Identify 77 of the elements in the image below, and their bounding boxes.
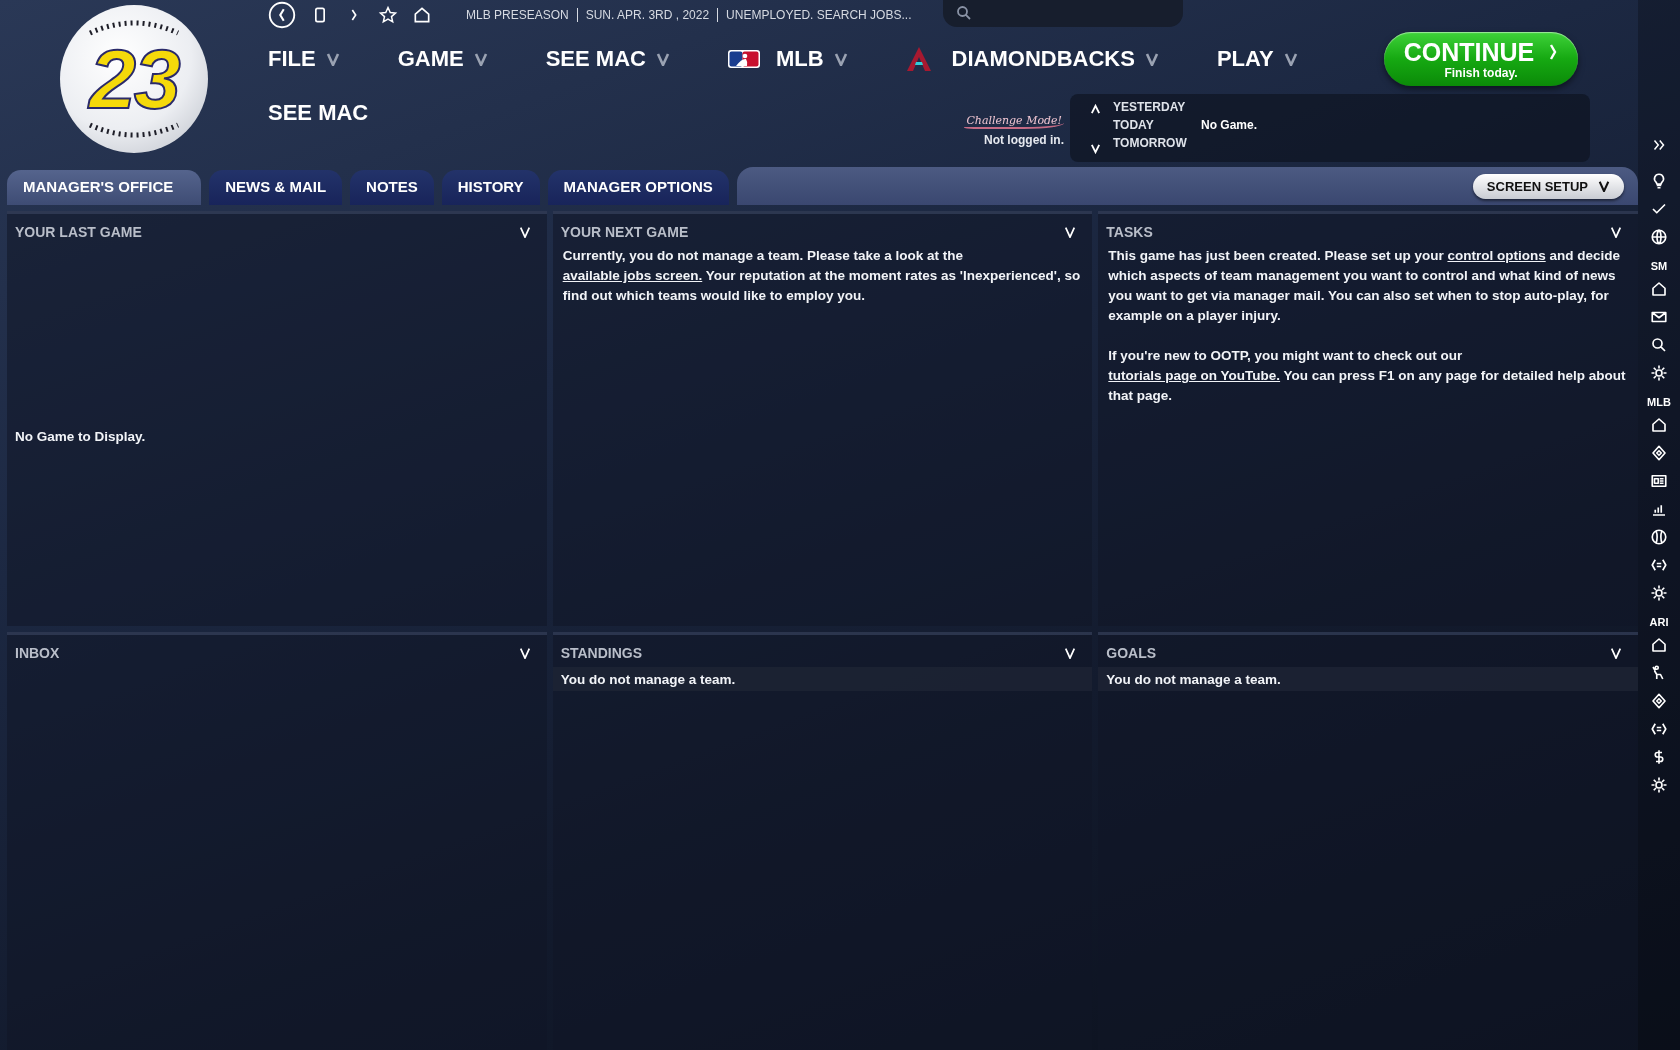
notice-row: You do not manage a team. — [552, 667, 1093, 691]
day-label[interactable]: TODAY — [1113, 118, 1201, 132]
collapse-icon[interactable] — [1064, 226, 1077, 238]
home-icon[interactable] — [412, 5, 432, 25]
menu-item[interactable]: DIAMONDBACKS — [905, 46, 1159, 72]
collapse-icon[interactable] — [518, 647, 531, 659]
chevron-icon — [1144, 52, 1159, 66]
home-icon[interactable] — [1650, 636, 1668, 654]
status-text: UNEMPLOYED. SEARCH JOBS... — [717, 8, 920, 22]
next-day-icon[interactable] — [1090, 143, 1101, 154]
panel-title: YOUR NEXT GAME — [560, 224, 689, 240]
collapse-icon[interactable] — [518, 226, 531, 238]
back-icon[interactable] — [268, 1, 296, 29]
chevron-icon — [1283, 52, 1298, 66]
logo-number: 23 — [89, 37, 179, 121]
day-label[interactable]: TOMORROW — [1113, 136, 1201, 150]
settings-icon[interactable] — [1650, 584, 1668, 602]
menu-item[interactable]: MLB — [727, 46, 848, 72]
paragraph: If you're new to OOTP, you might want to check out our tutorials page on YouTube. You can press F1 on any page for detailed help about that page. — [1108, 347, 1627, 405]
menu-item[interactable]: SEE MAC — [545, 46, 670, 72]
tab[interactable]: MANAGER'S OFFICE — [7, 170, 202, 205]
team-logo-icon — [905, 46, 932, 72]
home-icon[interactable] — [1650, 416, 1668, 434]
code-icon[interactable] — [1650, 556, 1668, 574]
panel-title: GOALS — [1106, 645, 1157, 661]
menu-item[interactable]: GAME — [397, 46, 488, 72]
collapse-icon[interactable] — [1610, 226, 1622, 238]
tab[interactable]: HISTORY — [441, 170, 540, 205]
chevron-icon — [473, 52, 488, 66]
text-link[interactable]: available jobs screen. — [562, 268, 703, 283]
notice-row: You do not manage a team. — [1098, 667, 1638, 691]
tab[interactable]: MANAGER OPTIONS — [547, 170, 729, 205]
diamond-icon[interactable] — [1650, 692, 1668, 710]
previous-day-icon[interactable] — [1090, 104, 1101, 115]
settings-icon[interactable] — [1650, 776, 1668, 794]
tab[interactable]: NOTES — [350, 170, 434, 205]
challenge-mode-badge[interactable]: Challenge Mode! — [964, 114, 1064, 129]
settings-icon[interactable] — [1650, 364, 1668, 382]
text-link[interactable]: tutorials page on YouTube. — [1108, 368, 1281, 383]
message-text: No Game to Display. — [15, 428, 146, 444]
panel-title: INBOX — [15, 645, 60, 661]
tab[interactable]: NEWS & MAIL — [209, 170, 343, 205]
star-icon[interactable] — [378, 5, 398, 25]
menu-item[interactable]: SEE MAC — [268, 100, 369, 126]
league-logo-icon — [727, 50, 760, 68]
id-card-icon[interactable] — [1650, 472, 1668, 490]
search-icon[interactable] — [1650, 336, 1668, 354]
chevron-icon — [655, 52, 670, 66]
status-text: MLB PRESEASON — [465, 8, 570, 22]
collapse-icon[interactable] — [1610, 647, 1622, 659]
sidebar-group-label: MLB — [1647, 396, 1671, 408]
collapse-icon[interactable] — [1064, 647, 1077, 659]
search-field[interactable] — [943, 0, 1184, 27]
paragraph: This game has just been created. Please set up your control options and decide which aspects of team management you want to control and what kind of news you want to get via manager mail. You can also set when to stop auto-play, for example on a player injury. — [1108, 247, 1621, 325]
status-text: SUN. APR. 3RD , 2022 — [576, 8, 718, 22]
panel-title: YOUR LAST GAME — [15, 224, 142, 240]
menu-item[interactable]: PLAY — [1216, 46, 1298, 72]
login-status: Not logged in. — [984, 133, 1064, 147]
chevron-icon — [1598, 180, 1610, 192]
text-link[interactable]: control options — [1447, 248, 1546, 263]
paragraph: Currently, you do not manage a team. Please take a look at the available jobs screen. Your reputation at the moment rates as 'Inexperienced', so find out which teams would like to employ you. — [562, 247, 1082, 305]
diamond-icon[interactable] — [1650, 444, 1668, 462]
globe-icon[interactable] — [1650, 228, 1668, 246]
chevron-icon — [1548, 42, 1559, 62]
sidebar-group-label: ARI — [1649, 616, 1669, 628]
sidebar-group-label: SM — [1650, 260, 1668, 272]
menu-item[interactable]: FILE — [268, 46, 340, 72]
continue-button[interactable]: CONTINUE Finish today. — [1384, 32, 1578, 86]
chevron-icon — [325, 52, 340, 66]
panel-title: TASKS — [1106, 224, 1153, 240]
panel-title: STANDINGS — [560, 645, 643, 661]
code-icon[interactable] — [1650, 720, 1668, 738]
home-icon[interactable] — [1650, 280, 1668, 298]
day-label[interactable]: YESTERDAY — [1113, 100, 1201, 114]
screen-setup-button[interactable]: SCREEN SETUP — [1472, 173, 1624, 199]
chevron-icon — [833, 52, 848, 66]
day-info: No Game. — [1201, 118, 1257, 132]
